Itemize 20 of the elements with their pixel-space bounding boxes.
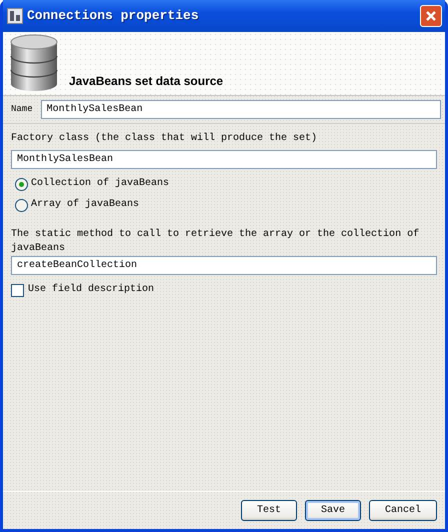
option-label: Collection of javaBeans xyxy=(31,177,170,191)
name-label: Name xyxy=(10,102,33,116)
name-field[interactable]: MonthlySalesBean xyxy=(40,100,441,119)
header-title: JavaBeans set data source xyxy=(69,73,224,90)
checkbox-label: Use field description xyxy=(28,283,154,297)
database-icon xyxy=(9,34,59,92)
factory-class-field[interactable]: MonthlySalesBean xyxy=(11,150,437,169)
dialog-button[interactable]: Test xyxy=(241,500,297,521)
close-button[interactable] xyxy=(420,5,442,27)
radio-button[interactable] xyxy=(15,178,28,190)
radio-button[interactable] xyxy=(15,198,28,212)
checkbox[interactable] xyxy=(11,284,24,296)
factory-class-label: Factory class (the class that will produce the set) xyxy=(11,132,318,146)
method-field[interactable]: createBeanCollection xyxy=(11,256,437,275)
dialog-button[interactable]: Cancel xyxy=(369,500,437,521)
app-icon xyxy=(7,8,23,24)
dialog-button[interactable]: Save xyxy=(305,500,361,521)
close-icon xyxy=(425,10,437,22)
option-label: Array of javaBeans xyxy=(31,198,140,212)
window-title: Connections properties xyxy=(27,7,199,26)
